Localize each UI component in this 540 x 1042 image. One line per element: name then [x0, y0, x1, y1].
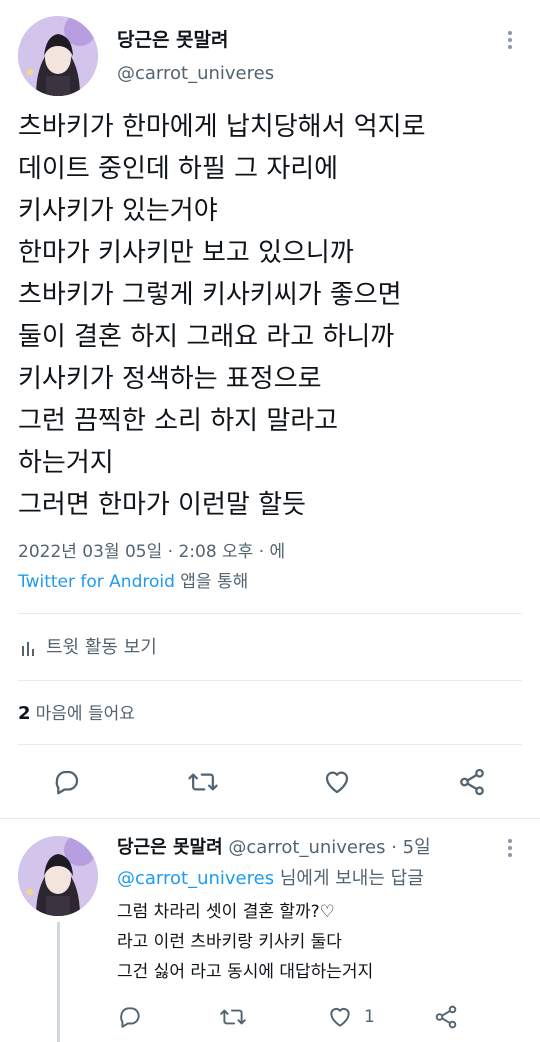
reply-to-line: @carrot_univeres 님에게 보내는 답글: [117, 867, 424, 891]
thread-line: [57, 922, 60, 1042]
retweet-icon[interactable]: [219, 1004, 247, 1030]
activity-label: 트윗 활동 보기: [46, 637, 157, 658]
reply-icon[interactable]: [52, 767, 82, 797]
reply-icon[interactable]: [117, 1004, 143, 1030]
reply-author-name[interactable]: 당근은 못말려: [117, 837, 223, 858]
author-handle[interactable]: @carrot_univeres: [117, 62, 274, 86]
tweet-line: 츠바키가 한마에게 납치당해서 억지로: [18, 112, 426, 142]
like-icon[interactable]: [322, 767, 352, 797]
avatar-illustration: [18, 836, 98, 916]
author-avatar[interactable]: [18, 16, 98, 96]
tweet-line: 한마가 키사키만 보고 있으니까: [18, 238, 354, 268]
likes-count: 2: [18, 703, 31, 724]
share-icon[interactable]: [433, 1004, 459, 1030]
tweet-body: 츠바키가 한마에게 납치당해서 억지로 데이트 중인데 하필 그 자리에 키사키…: [18, 106, 426, 526]
reply-line: 그건 싫어 라고 동시에 대답하는거지: [117, 962, 374, 982]
divider: [18, 613, 522, 614]
divider: [18, 744, 522, 745]
tweet-line: 데이트 중인데 하필 그 자리에: [18, 154, 339, 184]
reply-body: 그럼 차라리 셋이 결혼 할까?♡ 라고 이런 츠바키랑 키사키 둘다 그건 싫…: [117, 897, 373, 987]
tweet-line: 키사키가 정색하는 표정으로: [18, 364, 322, 394]
reply-like-count: 1: [364, 1007, 375, 1027]
reply-header: 당근은 못말려 @carrot_univeres · 5일: [117, 836, 431, 860]
likes-label: 마음에 들어요: [35, 704, 135, 724]
activity-chart-icon: [20, 639, 38, 657]
share-icon[interactable]: [457, 767, 487, 797]
tweet-line: 그런 끔찍한 소리 하지 말라고: [18, 406, 339, 436]
tweet-line: 하는거지: [18, 448, 114, 478]
reply-author-avatar[interactable]: [18, 836, 98, 916]
reply-to-handle[interactable]: @carrot_univeres: [117, 868, 274, 889]
like-icon[interactable]: [327, 1004, 353, 1030]
divider: [0, 818, 540, 819]
source-suffix: 앱을 통해: [180, 572, 249, 592]
tweet-source: Twitter for Android 앱을 통해: [18, 570, 248, 594]
tweet-line: 츠바키가 그렇게 키사키씨가 좋으면: [18, 280, 402, 310]
more-icon[interactable]: [504, 838, 516, 858]
author-name[interactable]: 당근은 못말려: [117, 28, 229, 52]
more-icon[interactable]: [504, 30, 516, 50]
tweet-timestamp[interactable]: 2022년 03월 05일 · 2:08 오후 · 에: [18, 540, 285, 564]
reply-line: 그럼 차라리 셋이 결혼 할까?♡: [117, 902, 335, 922]
reply-to-suffix: 님에게 보내는 답글: [279, 868, 424, 889]
reply-line: 라고 이런 츠바키랑 키사키 둘다: [117, 932, 342, 952]
avatar-illustration: [18, 16, 98, 96]
tweet-line: 키사키가 있는거야: [18, 196, 218, 226]
reply-age[interactable]: · 5일: [391, 837, 430, 858]
source-app-link[interactable]: Twitter for Android: [18, 572, 175, 592]
tweet-line: 그러면 한마가 이런말 할듯: [18, 490, 306, 520]
retweet-icon[interactable]: [187, 767, 219, 797]
divider: [18, 680, 522, 681]
reply-author-handle[interactable]: @carrot_univeres: [228, 837, 385, 858]
tweet-line: 둘이 결혼 하지 그래요 라고 하니까: [18, 322, 395, 352]
likes-summary[interactable]: 2 마음에 들어요: [18, 702, 135, 726]
